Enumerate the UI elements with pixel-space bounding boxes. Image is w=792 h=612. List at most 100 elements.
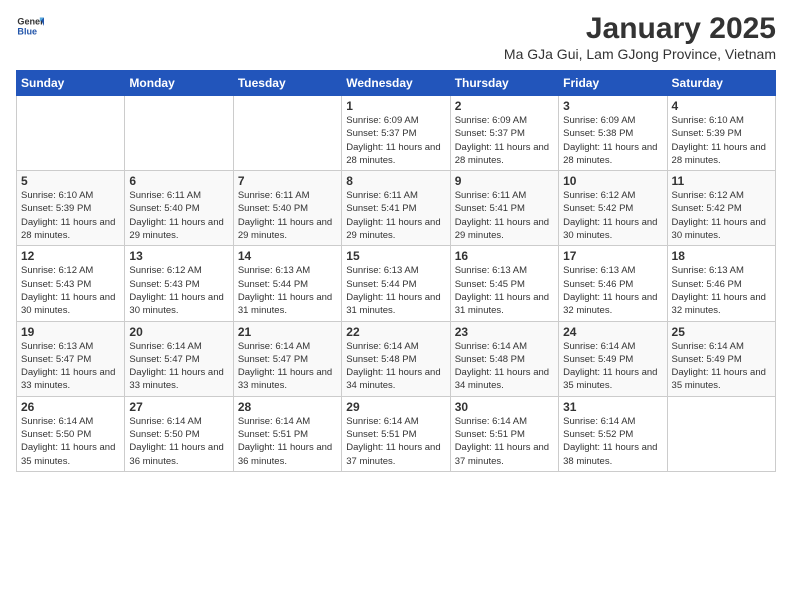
calendar-cell: 24Sunrise: 6:14 AM Sunset: 5:49 PM Dayli… (559, 321, 667, 396)
day-number: 6 (129, 174, 228, 188)
day-number: 19 (21, 325, 120, 339)
calendar-cell: 28Sunrise: 6:14 AM Sunset: 5:51 PM Dayli… (233, 396, 341, 471)
day-info: Sunrise: 6:14 AM Sunset: 5:51 PM Dayligh… (238, 415, 337, 468)
day-number: 26 (21, 400, 120, 414)
day-number: 2 (455, 99, 554, 113)
calendar-cell: 10Sunrise: 6:12 AM Sunset: 5:42 PM Dayli… (559, 171, 667, 246)
calendar-cell: 3Sunrise: 6:09 AM Sunset: 5:38 PM Daylig… (559, 96, 667, 171)
title-block: January 2025 Ma GJa Gui, Lam GJong Provi… (504, 12, 776, 62)
day-info: Sunrise: 6:13 AM Sunset: 5:47 PM Dayligh… (21, 340, 120, 393)
svg-text:Blue: Blue (17, 26, 37, 36)
logo: General Blue (16, 12, 46, 40)
day-number: 7 (238, 174, 337, 188)
day-number: 22 (346, 325, 445, 339)
day-info: Sunrise: 6:12 AM Sunset: 5:43 PM Dayligh… (21, 264, 120, 317)
calendar-cell: 11Sunrise: 6:12 AM Sunset: 5:42 PM Dayli… (667, 171, 775, 246)
day-number: 31 (563, 400, 662, 414)
day-info: Sunrise: 6:14 AM Sunset: 5:50 PM Dayligh… (21, 415, 120, 468)
day-number: 27 (129, 400, 228, 414)
day-number: 10 (563, 174, 662, 188)
day-info: Sunrise: 6:14 AM Sunset: 5:51 PM Dayligh… (346, 415, 445, 468)
day-info: Sunrise: 6:12 AM Sunset: 5:42 PM Dayligh… (563, 189, 662, 242)
calendar-cell: 7Sunrise: 6:11 AM Sunset: 5:40 PM Daylig… (233, 171, 341, 246)
calendar-cell (667, 396, 775, 471)
calendar-cell (125, 96, 233, 171)
calendar-cell: 12Sunrise: 6:12 AM Sunset: 5:43 PM Dayli… (17, 246, 125, 321)
page: General Blue January 2025 Ma GJa Gui, La… (0, 0, 792, 612)
week-row-3: 12Sunrise: 6:12 AM Sunset: 5:43 PM Dayli… (17, 246, 776, 321)
day-info: Sunrise: 6:14 AM Sunset: 5:52 PM Dayligh… (563, 415, 662, 468)
header-wednesday: Wednesday (342, 71, 450, 96)
weekday-header-row: Sunday Monday Tuesday Wednesday Thursday… (17, 71, 776, 96)
day-info: Sunrise: 6:11 AM Sunset: 5:40 PM Dayligh… (238, 189, 337, 242)
day-number: 25 (672, 325, 771, 339)
calendar-cell: 29Sunrise: 6:14 AM Sunset: 5:51 PM Dayli… (342, 396, 450, 471)
week-row-5: 26Sunrise: 6:14 AM Sunset: 5:50 PM Dayli… (17, 396, 776, 471)
day-info: Sunrise: 6:14 AM Sunset: 5:51 PM Dayligh… (455, 415, 554, 468)
calendar-cell: 25Sunrise: 6:14 AM Sunset: 5:49 PM Dayli… (667, 321, 775, 396)
day-number: 3 (563, 99, 662, 113)
day-number: 17 (563, 249, 662, 263)
day-number: 4 (672, 99, 771, 113)
calendar-cell: 23Sunrise: 6:14 AM Sunset: 5:48 PM Dayli… (450, 321, 558, 396)
header: General Blue January 2025 Ma GJa Gui, La… (16, 12, 776, 62)
calendar-cell: 30Sunrise: 6:14 AM Sunset: 5:51 PM Dayli… (450, 396, 558, 471)
day-number: 11 (672, 174, 771, 188)
calendar-cell: 20Sunrise: 6:14 AM Sunset: 5:47 PM Dayli… (125, 321, 233, 396)
calendar-cell: 6Sunrise: 6:11 AM Sunset: 5:40 PM Daylig… (125, 171, 233, 246)
day-info: Sunrise: 6:14 AM Sunset: 5:48 PM Dayligh… (455, 340, 554, 393)
week-row-4: 19Sunrise: 6:13 AM Sunset: 5:47 PM Dayli… (17, 321, 776, 396)
day-info: Sunrise: 6:12 AM Sunset: 5:42 PM Dayligh… (672, 189, 771, 242)
day-info: Sunrise: 6:14 AM Sunset: 5:49 PM Dayligh… (672, 340, 771, 393)
header-tuesday: Tuesday (233, 71, 341, 96)
calendar-cell: 4Sunrise: 6:10 AM Sunset: 5:39 PM Daylig… (667, 96, 775, 171)
day-info: Sunrise: 6:09 AM Sunset: 5:37 PM Dayligh… (346, 114, 445, 167)
day-number: 24 (563, 325, 662, 339)
calendar-cell: 31Sunrise: 6:14 AM Sunset: 5:52 PM Dayli… (559, 396, 667, 471)
day-number: 20 (129, 325, 228, 339)
calendar-cell: 14Sunrise: 6:13 AM Sunset: 5:44 PM Dayli… (233, 246, 341, 321)
day-number: 1 (346, 99, 445, 113)
day-info: Sunrise: 6:11 AM Sunset: 5:40 PM Dayligh… (129, 189, 228, 242)
day-info: Sunrise: 6:13 AM Sunset: 5:46 PM Dayligh… (563, 264, 662, 317)
day-number: 28 (238, 400, 337, 414)
calendar-cell: 19Sunrise: 6:13 AM Sunset: 5:47 PM Dayli… (17, 321, 125, 396)
calendar-cell: 8Sunrise: 6:11 AM Sunset: 5:41 PM Daylig… (342, 171, 450, 246)
calendar-cell: 9Sunrise: 6:11 AM Sunset: 5:41 PM Daylig… (450, 171, 558, 246)
calendar-table: Sunday Monday Tuesday Wednesday Thursday… (16, 70, 776, 472)
day-number: 29 (346, 400, 445, 414)
calendar-cell: 22Sunrise: 6:14 AM Sunset: 5:48 PM Dayli… (342, 321, 450, 396)
day-info: Sunrise: 6:14 AM Sunset: 5:47 PM Dayligh… (129, 340, 228, 393)
day-info: Sunrise: 6:13 AM Sunset: 5:46 PM Dayligh… (672, 264, 771, 317)
calendar-cell: 1Sunrise: 6:09 AM Sunset: 5:37 PM Daylig… (342, 96, 450, 171)
header-monday: Monday (125, 71, 233, 96)
day-number: 14 (238, 249, 337, 263)
day-info: Sunrise: 6:13 AM Sunset: 5:44 PM Dayligh… (238, 264, 337, 317)
calendar-cell: 18Sunrise: 6:13 AM Sunset: 5:46 PM Dayli… (667, 246, 775, 321)
week-row-2: 5Sunrise: 6:10 AM Sunset: 5:39 PM Daylig… (17, 171, 776, 246)
calendar-cell (17, 96, 125, 171)
header-saturday: Saturday (667, 71, 775, 96)
calendar-cell: 16Sunrise: 6:13 AM Sunset: 5:45 PM Dayli… (450, 246, 558, 321)
day-number: 16 (455, 249, 554, 263)
calendar-cell: 26Sunrise: 6:14 AM Sunset: 5:50 PM Dayli… (17, 396, 125, 471)
calendar-cell: 15Sunrise: 6:13 AM Sunset: 5:44 PM Dayli… (342, 246, 450, 321)
calendar-cell: 2Sunrise: 6:09 AM Sunset: 5:37 PM Daylig… (450, 96, 558, 171)
day-info: Sunrise: 6:14 AM Sunset: 5:50 PM Dayligh… (129, 415, 228, 468)
header-sunday: Sunday (17, 71, 125, 96)
day-info: Sunrise: 6:14 AM Sunset: 5:49 PM Dayligh… (563, 340, 662, 393)
header-thursday: Thursday (450, 71, 558, 96)
day-number: 8 (346, 174, 445, 188)
day-info: Sunrise: 6:11 AM Sunset: 5:41 PM Dayligh… (455, 189, 554, 242)
calendar-cell: 17Sunrise: 6:13 AM Sunset: 5:46 PM Dayli… (559, 246, 667, 321)
calendar-cell: 21Sunrise: 6:14 AM Sunset: 5:47 PM Dayli… (233, 321, 341, 396)
day-number: 12 (21, 249, 120, 263)
day-number: 30 (455, 400, 554, 414)
calendar-cell: 13Sunrise: 6:12 AM Sunset: 5:43 PM Dayli… (125, 246, 233, 321)
day-number: 18 (672, 249, 771, 263)
day-info: Sunrise: 6:13 AM Sunset: 5:44 PM Dayligh… (346, 264, 445, 317)
day-number: 9 (455, 174, 554, 188)
week-row-1: 1Sunrise: 6:09 AM Sunset: 5:37 PM Daylig… (17, 96, 776, 171)
calendar-title: January 2025 (504, 12, 776, 46)
day-info: Sunrise: 6:11 AM Sunset: 5:41 PM Dayligh… (346, 189, 445, 242)
